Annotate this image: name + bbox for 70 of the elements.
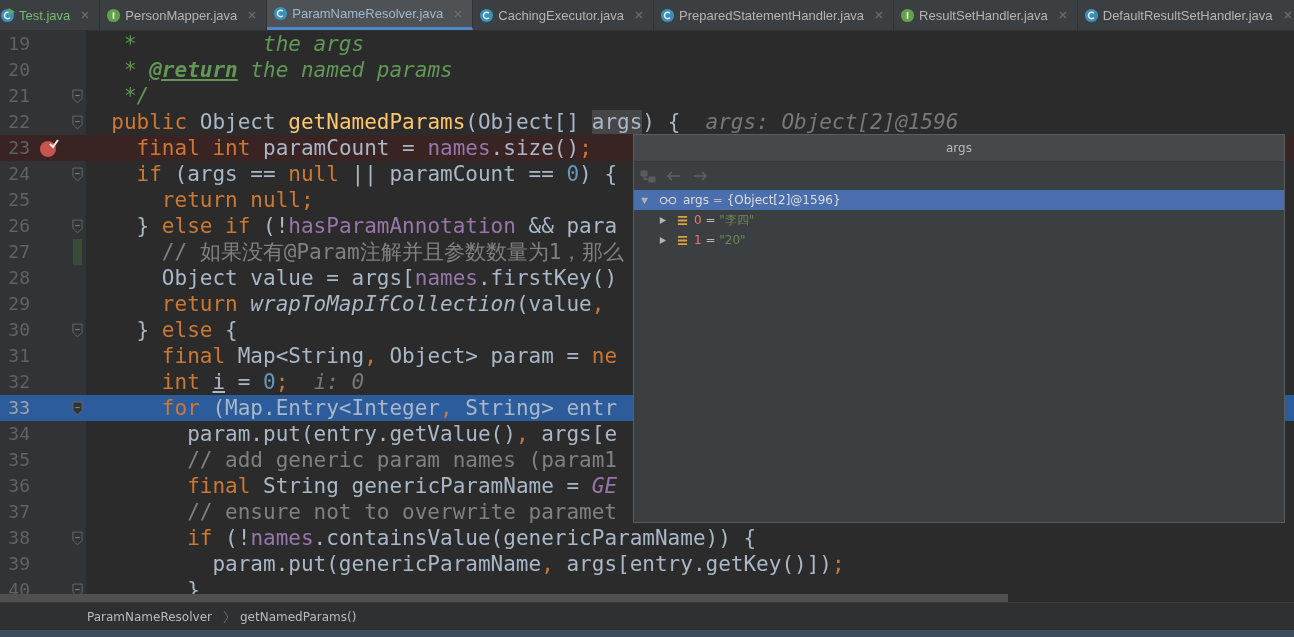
- file-tab[interactable]: Test.java: [0, 0, 101, 30]
- code-line: // add generic param names (param1: [186, 447, 617, 473]
- popup-title: args: [946, 141, 972, 155]
- class-icon: [479, 7, 495, 23]
- class-icon: [660, 7, 676, 23]
- tree-row[interactable]: args = {Object[2]@1596}: [634, 190, 1284, 210]
- tree-row[interactable]: 1 = "20": [634, 230, 1284, 250]
- file-tab[interactable]: PreparedStatementHandler.java: [654, 0, 895, 30]
- chevron-icon: [221, 608, 230, 625]
- close-icon[interactable]: [1057, 10, 1068, 20]
- change-marker: [72, 239, 82, 265]
- breakpoint-icon[interactable]: [39, 138, 59, 158]
- tree-row[interactable]: 0 = "李四": [634, 210, 1284, 230]
- fold-icon[interactable]: [71, 166, 83, 182]
- expand-arrow-icon[interactable]: [658, 235, 667, 245]
- code-line: */: [122, 83, 150, 109]
- code-line: final int paramCount = names.size();: [135, 135, 592, 161]
- expand-arrow-icon[interactable]: [658, 215, 667, 225]
- breadcrumb[interactable]: ParamNameResolver: [87, 609, 212, 624]
- list-icon: [677, 234, 688, 246]
- glasses-icon: [659, 195, 677, 205]
- interface-icon: [900, 7, 916, 23]
- code-line: final String genericParamName = GE: [186, 473, 618, 499]
- code-line: if (args == null || paramCount == 0) {: [135, 161, 618, 187]
- fold-icon[interactable]: [71, 530, 83, 546]
- list-icon: [677, 214, 688, 226]
- fold-icon[interactable]: [71, 322, 83, 338]
- code-line: int i = 0; i: 0: [160, 369, 365, 395]
- variable-value: 1 = "20": [694, 233, 746, 247]
- variable-value: 0 = "李四": [694, 211, 755, 229]
- code-line: param.put(entry.getValue(), args[e: [186, 421, 618, 447]
- close-icon[interactable]: [80, 10, 91, 20]
- code-line: // 如果没有@Param注解并且参数数量为1，那么: [160, 239, 625, 265]
- code-line: if (!names.containsValue(genericParamName)) {: [186, 525, 757, 551]
- close-icon[interactable]: [634, 10, 645, 20]
- test-class-icon: [0, 7, 15, 23]
- file-tab[interactable]: DefaultResultSetHandler.java: [1077, 0, 1294, 30]
- close-icon[interactable]: [453, 8, 464, 19]
- file-tab[interactable]: ResultSetHandler.java: [894, 0, 1078, 30]
- code-line: for (Map.Entry<Integer, String> entr: [160, 395, 618, 421]
- code-line: } else {: [135, 317, 238, 343]
- file-tab[interactable]: ParamNameResolver.java: [267, 0, 474, 30]
- fold-icon[interactable]: [71, 218, 83, 234]
- class-icon: [1083, 7, 1099, 23]
- interface-icon: [106, 7, 122, 23]
- code-line: // ensure not to overwrite paramet: [186, 499, 617, 525]
- class-icon: [273, 6, 289, 21]
- fold-icon[interactable]: [71, 114, 83, 130]
- line-number: 33: [7, 396, 30, 420]
- line-number: 23: [7, 136, 30, 160]
- variable-value: args = {Object[2]@1596}: [683, 193, 841, 207]
- code-line: final Map<String, Object> param = ne: [160, 343, 618, 369]
- code-line: Object value = args[names.firstKey(): [160, 265, 618, 291]
- collapse-arrow-icon[interactable]: [640, 195, 649, 205]
- code-line: param.put(genericParamName, args[entry.getKey()]);: [211, 551, 845, 577]
- close-icon[interactable]: [1282, 10, 1293, 20]
- fold-icon[interactable]: [71, 88, 83, 104]
- code-line: * the args: [122, 31, 365, 57]
- code-line: return null;: [160, 187, 314, 213]
- horizontal-scrollbar[interactable]: [0, 594, 1008, 602]
- breadcrumb[interactable]: getNamedParams(): [239, 609, 357, 624]
- code-line: * @return the named params: [122, 57, 453, 83]
- code-line: return wrapToMapIfCollection(value,: [160, 291, 605, 317]
- code-line: public Object getNamedParams(Object[] args) { args: Object[2]@1596: [110, 109, 959, 135]
- close-icon[interactable]: [874, 10, 885, 20]
- close-icon[interactable]: [247, 10, 258, 20]
- code-line: } else if (!hasParamAnnotation && para: [135, 213, 618, 239]
- fold-icon[interactable]: [71, 400, 83, 416]
- tree-icon[interactable]: [640, 168, 656, 184]
- file-tab[interactable]: CachingExecutor.java: [473, 0, 655, 30]
